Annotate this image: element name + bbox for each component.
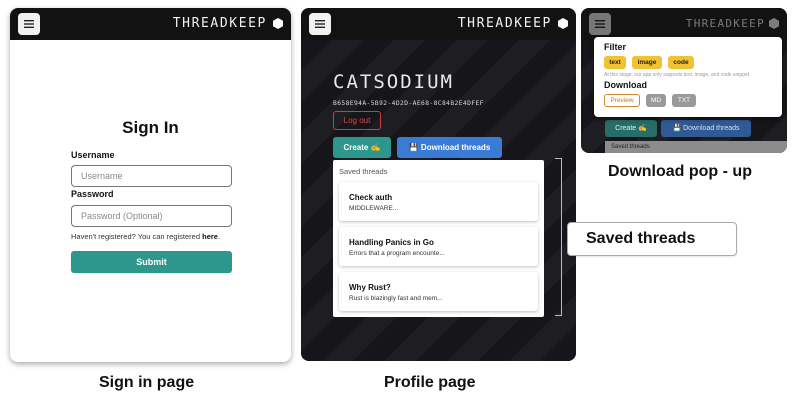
username-input[interactable]: Username (71, 165, 232, 187)
popup-caption: Download pop - up (608, 163, 752, 180)
floppy-icon: 💾 (672, 125, 682, 132)
format-preview-button[interactable]: Preview (604, 94, 640, 107)
submit-button[interactable]: Submit (71, 251, 232, 273)
download-threads-button[interactable]: 💾 Download threads (397, 137, 502, 158)
thread-title: Handling Panics in Go (349, 238, 434, 247)
signin-caption: Sign in page (99, 374, 195, 391)
thread-snippet: Rust is blazingly fast and mem... (349, 295, 443, 302)
menu-button[interactable] (589, 13, 611, 35)
menu-button[interactable] (309, 13, 331, 35)
thread-title: Check auth (349, 193, 393, 202)
saved-threads-bracket (555, 158, 562, 316)
register-link[interactable]: here (202, 232, 218, 241)
top-bar: THREADKEEP (301, 8, 576, 40)
brand-logo: THREADKEEP (457, 16, 552, 31)
hexagon-icon (769, 18, 779, 29)
thread-card[interactable]: Handling Panics in Go Errors that a prog… (339, 227, 538, 266)
profile-username: CATSODIUM (333, 71, 454, 93)
thread-title: Why Rust? (349, 283, 391, 292)
signin-screen: THREADKEEP Sign In Username Username Pas… (10, 8, 291, 362)
filter-chip-image[interactable]: image (632, 56, 662, 69)
filter-chip-code[interactable]: code (668, 56, 694, 69)
thread-card[interactable]: Why Rust? Rust is blazingly fast and mem… (339, 272, 538, 311)
top-bar: THREADKEEP (10, 8, 291, 40)
filter-chip-text[interactable]: text (604, 56, 626, 69)
filter-heading: Filter (604, 42, 627, 52)
download-threads-label: Download threads (420, 143, 491, 152)
create-button[interactable]: Create ✍ (333, 137, 391, 158)
username-label: Username (71, 150, 115, 160)
thread-snippet: Errors that a program encounte... (349, 250, 445, 257)
hamburger-icon (24, 20, 34, 28)
logout-button[interactable]: Log out (333, 111, 381, 130)
menu-button[interactable] (18, 13, 40, 35)
hamburger-icon (595, 20, 605, 28)
page-title: Sign In (122, 118, 179, 137)
register-note: Haven't registered? You can registered h… (71, 232, 220, 241)
register-note-text: Haven't registered? You can registered (71, 232, 203, 241)
brand-logo: THREADKEEP (172, 16, 267, 31)
password-label: Password (71, 189, 114, 199)
hexagon-icon (273, 18, 283, 29)
hexagon-icon (558, 18, 568, 29)
thread-snippet: MIDDLEWARE... (349, 205, 399, 212)
download-popup: Filter text image code At this stage, ou… (594, 37, 782, 117)
download-threads-button[interactable]: 💾 Download threads (661, 120, 751, 137)
top-bar: THREADKEEP (581, 8, 787, 40)
saved-threads-callout: Saved threads (567, 222, 737, 256)
thread-card[interactable]: Check auth MIDDLEWARE... (339, 182, 538, 221)
saved-threads-header: Saved threads (605, 141, 787, 153)
format-md-button[interactable]: MD (646, 94, 666, 107)
download-heading: Download (604, 80, 647, 90)
profile-user-id: B658E94A-5B92-4D2D-AE68-8C84B2E4DFEF (333, 100, 484, 107)
password-input[interactable]: Password (Optional) (71, 205, 232, 227)
filter-note: At this stage, our app only supports tex… (604, 72, 751, 78)
create-button[interactable]: Create ✍ (605, 120, 657, 137)
saved-threads-header: Saved threads (339, 167, 388, 176)
profile-caption: Profile page (384, 374, 476, 391)
hamburger-icon (315, 20, 325, 28)
profile-screen: THREADKEEP CATSODIUM B658E94A-5B92-4D2D-… (301, 8, 576, 361)
register-note-end: . (217, 232, 221, 241)
format-txt-button[interactable]: TXT (672, 94, 696, 107)
brand-logo: THREADKEEP (685, 17, 765, 30)
download-popup-screen: THREADKEEP Create ✍ 💾 Download threads S… (581, 8, 787, 153)
download-threads-label: Download threads (683, 125, 740, 132)
saved-threads-panel: Saved threads Check auth MIDDLEWARE... H… (333, 160, 544, 317)
floppy-icon: 💾 (408, 143, 419, 152)
